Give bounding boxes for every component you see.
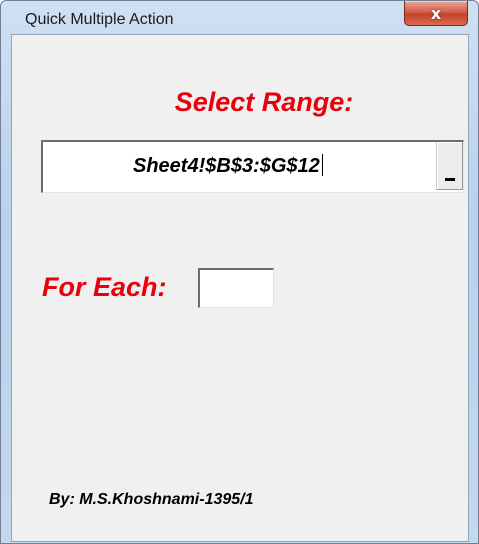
range-input-value[interactable]: Sheet4!$B$3:$G$12: [133, 154, 323, 178]
window-title: Quick Multiple Action: [25, 11, 174, 28]
dialog-window: Quick Multiple Action x Select Range: Sh…: [0, 0, 479, 544]
close-icon: x: [430, 3, 442, 23]
author-credit: By: M.S.Khoshnami-1395/1: [49, 491, 254, 508]
dialog-client-area: Select Range: Sheet4!$B$3:$G$12 For Each…: [11, 34, 469, 542]
range-text: Sheet4!$B$3:$G$12: [133, 155, 320, 177]
title-bar[interactable]: Quick Multiple Action x: [1, 1, 478, 33]
text-caret: [321, 154, 323, 176]
collapse-dialog-icon: [445, 178, 455, 181]
select-range-label: Select Range:: [174, 87, 354, 117]
collapse-dialog-button[interactable]: [436, 142, 463, 190]
for-each-label: For Each:: [42, 272, 167, 302]
for-each-input[interactable]: [198, 268, 274, 308]
range-refedit[interactable]: Sheet4!$B$3:$G$12: [41, 140, 464, 193]
close-button[interactable]: x: [404, 1, 468, 26]
